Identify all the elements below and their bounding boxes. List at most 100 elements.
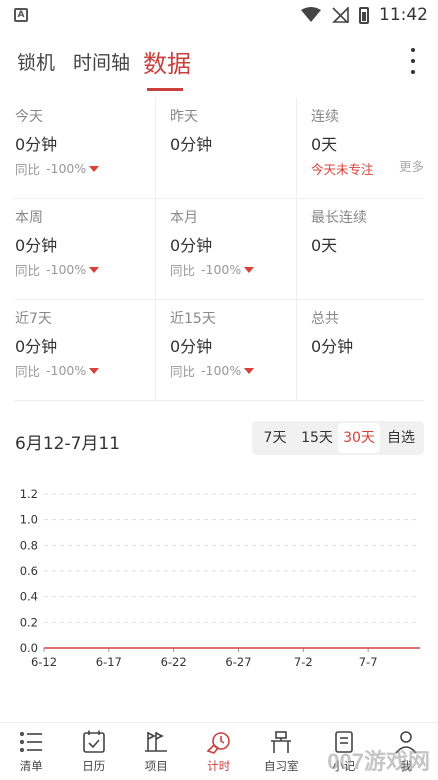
flag-icon (145, 732, 168, 752)
app-notification-icon: A (14, 8, 28, 22)
nav-list[interactable]: 清单 (0, 723, 63, 780)
nav-label: 日历 (82, 759, 106, 773)
stat-value: 0分钟 (170, 337, 213, 356)
watermark: 007游戏网 (327, 749, 430, 774)
stats-row: 今天 0分钟 同比 -100% 昨天 0分钟 连续 0天 今天未专注 更多 (14, 98, 424, 199)
stat-label: 总共 (311, 311, 339, 327)
stat-label: 昨天 (170, 109, 198, 125)
stat-value: 0分钟 (170, 236, 213, 255)
stat-value: 0分钟 (311, 337, 354, 356)
status-bar: A 11:42 (0, 0, 438, 30)
compare-value: -100% (46, 363, 87, 378)
range-custom[interactable]: 自选 (380, 423, 422, 453)
compare-value: -100% (201, 363, 242, 378)
nav-label: 计时 (207, 759, 231, 773)
no-signal-icon (332, 7, 349, 23)
more-menu-icon[interactable] (410, 48, 416, 74)
down-arrow-icon (244, 367, 255, 374)
compare-label: 同比 (15, 162, 41, 177)
compare-value: -100% (201, 262, 242, 277)
stats-row: 本周 0分钟 同比 -100% 本月 0分钟 同比 -100% 最长连续 0天 (14, 199, 424, 300)
stat-this-month[interactable]: 本月 0分钟 同比 -100% (155, 199, 296, 299)
down-arrow-icon (89, 367, 100, 374)
stat-value: 0分钟 (15, 236, 58, 255)
stat-value: 0分钟 (15, 337, 58, 356)
down-arrow-icon (89, 266, 100, 273)
stat-streak[interactable]: 连续 0天 今天未专注 更多 (296, 98, 424, 198)
study-room-icon (271, 731, 292, 753)
stat-last-15-days[interactable]: 近15天 0分钟 同比 -100% (155, 300, 296, 400)
compare-label: 同比 (15, 263, 41, 278)
y-tick-label: 0.2 (20, 615, 38, 629)
x-tick-label: 6-17 (96, 655, 122, 669)
y-tick-label: 0.0 (20, 641, 38, 655)
stat-label: 近15天 (170, 311, 216, 327)
stats-row: 近7天 0分钟 同比 -100% 近15天 0分钟 同比 -100% 总共 0分… (14, 300, 424, 401)
stat-compare: 同比 -100% (15, 260, 155, 279)
tab-active-indicator (147, 88, 183, 91)
nav-timer[interactable]: 计时 (188, 723, 251, 780)
nav-study-room[interactable]: 自习室 (250, 723, 313, 780)
x-tick-label: 6-12 (31, 655, 57, 669)
stat-label: 本月 (170, 210, 198, 226)
stats-grid: 今天 0分钟 同比 -100% 昨天 0分钟 连续 0天 今天未专注 更多 本周… (14, 98, 424, 401)
stat-compare: 同比 -100% (15, 159, 155, 178)
nav-project[interactable]: 项目 (125, 723, 188, 780)
stat-last-7-days[interactable]: 近7天 0分钟 同比 -100% (14, 300, 155, 400)
stat-compare: 同比 -100% (170, 361, 296, 380)
wifi-icon (301, 7, 321, 22)
x-tick-label: 7-7 (359, 655, 378, 669)
date-range-label: 6月12-7月11 (15, 434, 121, 454)
nav-label: 清单 (19, 759, 43, 773)
stat-value: 0天 (311, 135, 338, 154)
focus-time-chart: 0.0 0.2 0.4 0.6 0.8 1.0 1.2 6-12 6-17 6-22 6-27 7-2… (20, 487, 420, 669)
stat-compare: 同比 -100% (170, 260, 296, 279)
tab-data[interactable]: 数据 (143, 44, 191, 79)
nav-calendar[interactable]: 日历 (63, 723, 126, 780)
more-link[interactable]: 更多 (399, 156, 424, 175)
y-tick-label: 0.8 (20, 538, 38, 552)
compare-value: -100% (46, 262, 87, 277)
y-tick-label: 0.6 (20, 564, 38, 578)
top-tabs: 锁机 时间轴 数据 (0, 38, 438, 94)
nav-label: 自习室 (264, 759, 299, 773)
compare-value: -100% (46, 161, 87, 176)
stat-yesterday[interactable]: 昨天 0分钟 (155, 98, 296, 198)
tab-lock[interactable]: 锁机 (17, 48, 55, 75)
range-30-days[interactable]: 30天 (338, 423, 380, 453)
stat-label: 本周 (15, 210, 43, 226)
compare-label: 同比 (15, 364, 41, 379)
timer-hand-icon (206, 732, 230, 754)
stat-this-week[interactable]: 本周 0分钟 同比 -100% (14, 199, 155, 299)
stat-total[interactable]: 总共 0分钟 (296, 300, 424, 400)
calendar-icon (82, 730, 105, 753)
stat-label: 最长连续 (311, 210, 367, 226)
stat-longest-streak[interactable]: 最长连续 0天 (296, 199, 424, 299)
y-tick-label: 1.0 (20, 513, 38, 527)
compare-label: 同比 (170, 364, 196, 379)
status-time: 11:42 (379, 5, 428, 25)
range-selector: 7天 15天 30天 自选 (252, 421, 424, 455)
down-arrow-icon (89, 165, 100, 172)
range-7-days[interactable]: 7天 (254, 423, 296, 453)
stat-value: 0分钟 (170, 135, 213, 154)
stat-value: 0天 (311, 236, 338, 255)
compare-label: 同比 (170, 263, 196, 278)
down-arrow-icon (244, 266, 255, 273)
stat-compare: 同比 -100% (15, 361, 155, 380)
y-tick-label: 1.2 (20, 487, 38, 501)
x-tick-label: 6-22 (161, 655, 187, 669)
status-icons: 11:42 (301, 5, 428, 25)
range-15-days[interactable]: 15天 (296, 423, 338, 453)
x-tick-label: 6-27 (225, 655, 251, 669)
stat-value: 0分钟 (15, 135, 58, 154)
battery-icon (359, 6, 369, 24)
stat-label: 连续 (311, 109, 339, 125)
stat-today[interactable]: 今天 0分钟 同比 -100% (14, 98, 155, 198)
stat-label: 近7天 (15, 311, 52, 327)
list-icon (20, 731, 43, 752)
tab-timeline[interactable]: 时间轴 (73, 48, 130, 75)
nav-label: 项目 (144, 759, 168, 773)
stat-label: 今天 (15, 109, 43, 125)
x-tick-label: 7-2 (294, 655, 313, 669)
